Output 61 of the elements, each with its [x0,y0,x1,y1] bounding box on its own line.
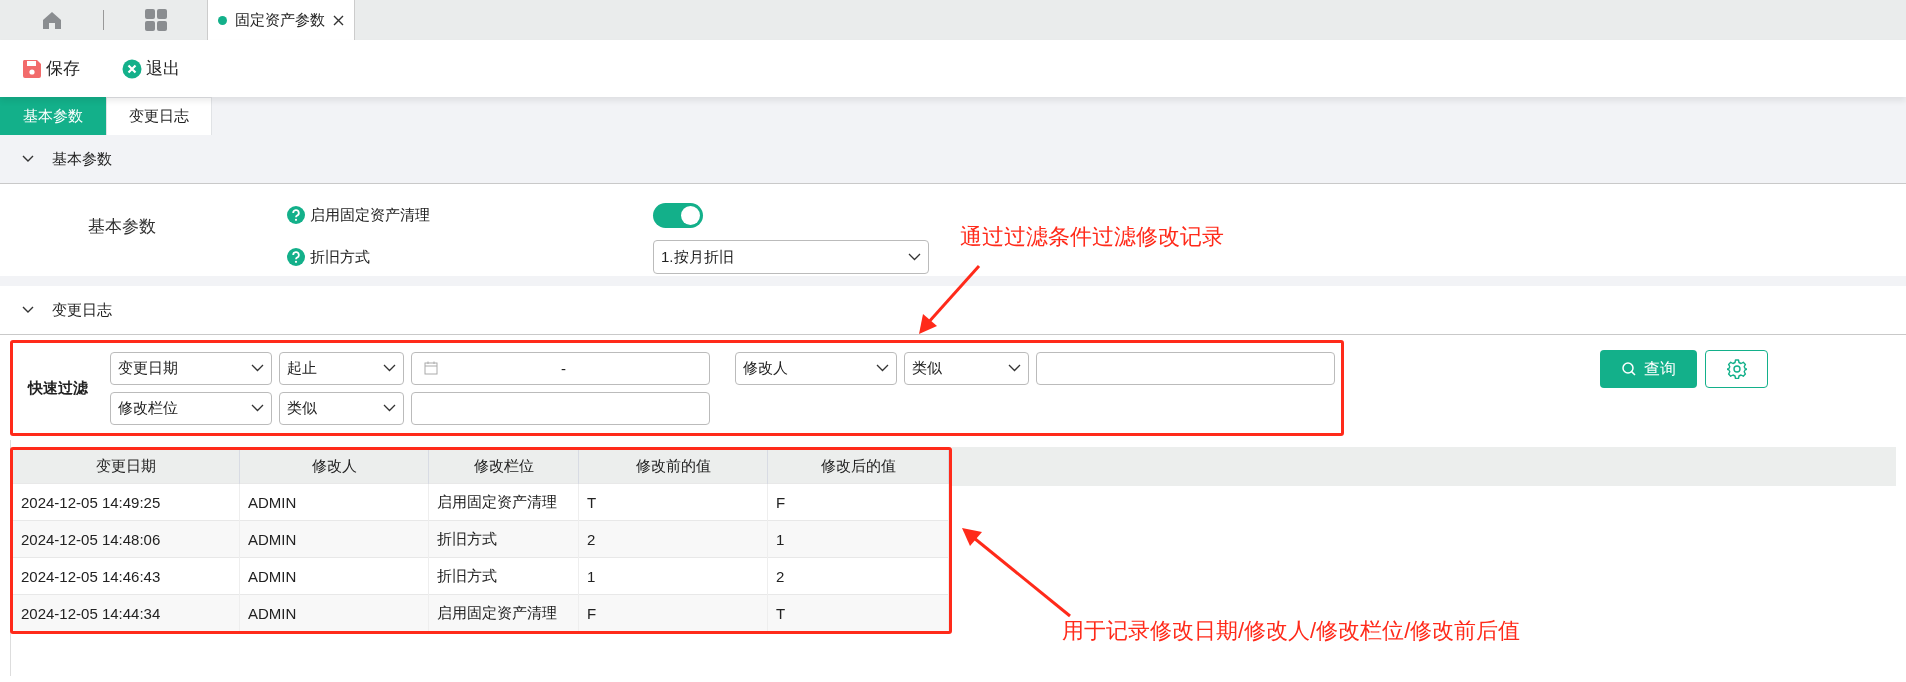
exit-button[interactable]: 退出 [122,57,180,80]
table-cell: 1 [767,520,949,558]
table-cell: 2024-12-05 14:48:06 [13,520,240,558]
column-header[interactable]: 变更日期 [13,450,240,484]
filter-input[interactable] [1035,351,1335,385]
help-icon[interactable] [287,248,305,266]
grid-icon [144,9,167,31]
table-cell: 2 [578,520,768,558]
column-header[interactable]: 修改栏位 [428,450,579,484]
table-cell: 2024-12-05 14:44:34 [13,594,240,631]
select-field[interactable]: 1.按月折旧 [653,240,929,274]
calendar-icon [424,361,438,375]
chevron-icon [251,364,264,372]
table-cell: F [578,594,768,631]
field-select[interactable]: 修改栏位 [110,391,272,425]
filter-label: 快速过滤 [26,378,89,398]
annotation-arrow [919,265,981,334]
section-title: 变更日志 [52,300,112,320]
settings-button[interactable] [1705,350,1768,388]
filter-input[interactable] [411,391,710,425]
column-header[interactable]: 修改人 [239,450,429,484]
operator-select[interactable]: 类似 [903,351,1029,385]
page-tab[interactable]: 固定资产参数 [207,0,355,40]
help-icon[interactable] [287,206,305,224]
page-tab[interactable]: 变更日志 [106,97,212,135]
column-header[interactable]: 修改前的值 [578,450,768,484]
toggle-switch[interactable] [653,202,703,228]
settings-icon [1726,359,1747,379]
param-label: 折旧方式 [310,247,370,267]
close-icon[interactable] [333,14,344,26]
close-circle-icon [122,58,142,79]
tab-label: 固定资产参数 [235,10,325,30]
table-cell: ADMIN [239,594,429,631]
chevron-icon [383,404,396,412]
table-cell: ADMIN [239,520,429,558]
table-cell: T [767,594,949,631]
section-title: 基本参数 [52,149,112,169]
table-cell: 启用固定资产清理 [428,594,579,631]
save-button[interactable]: 保存 [22,57,80,80]
chevron-icon [875,364,889,372]
chevron-icon [908,253,921,261]
status-dot-icon [218,15,227,25]
operator-select[interactable]: 类似 [279,391,404,425]
annotation-text: 用于记录修改日期/修改人/修改栏位/修改前后值 [1062,617,1521,645]
table-cell: 折旧方式 [428,520,579,558]
date-range-field[interactable]: - [411,351,710,385]
operator-select[interactable]: 起止 [279,351,404,385]
annotation-text: 通过过滤条件过滤修改记录 [960,223,1224,251]
param-label: 启用固定资产清理 [310,205,430,225]
chevron-icon [383,364,396,372]
section-header[interactable]: 基本参数 [0,135,1906,184]
group-label: 基本参数 [87,216,157,238]
field-select[interactable]: 变更日期 [110,351,272,385]
search-icon [1621,362,1636,376]
field-select[interactable]: 修改人 [735,351,897,385]
chevron-icon [251,404,264,412]
column-header[interactable]: 修改后的值 [767,450,949,484]
chevron-icon [22,155,34,163]
chevron-icon [1007,364,1021,372]
chevron-icon [22,306,34,314]
home-icon [41,10,62,30]
